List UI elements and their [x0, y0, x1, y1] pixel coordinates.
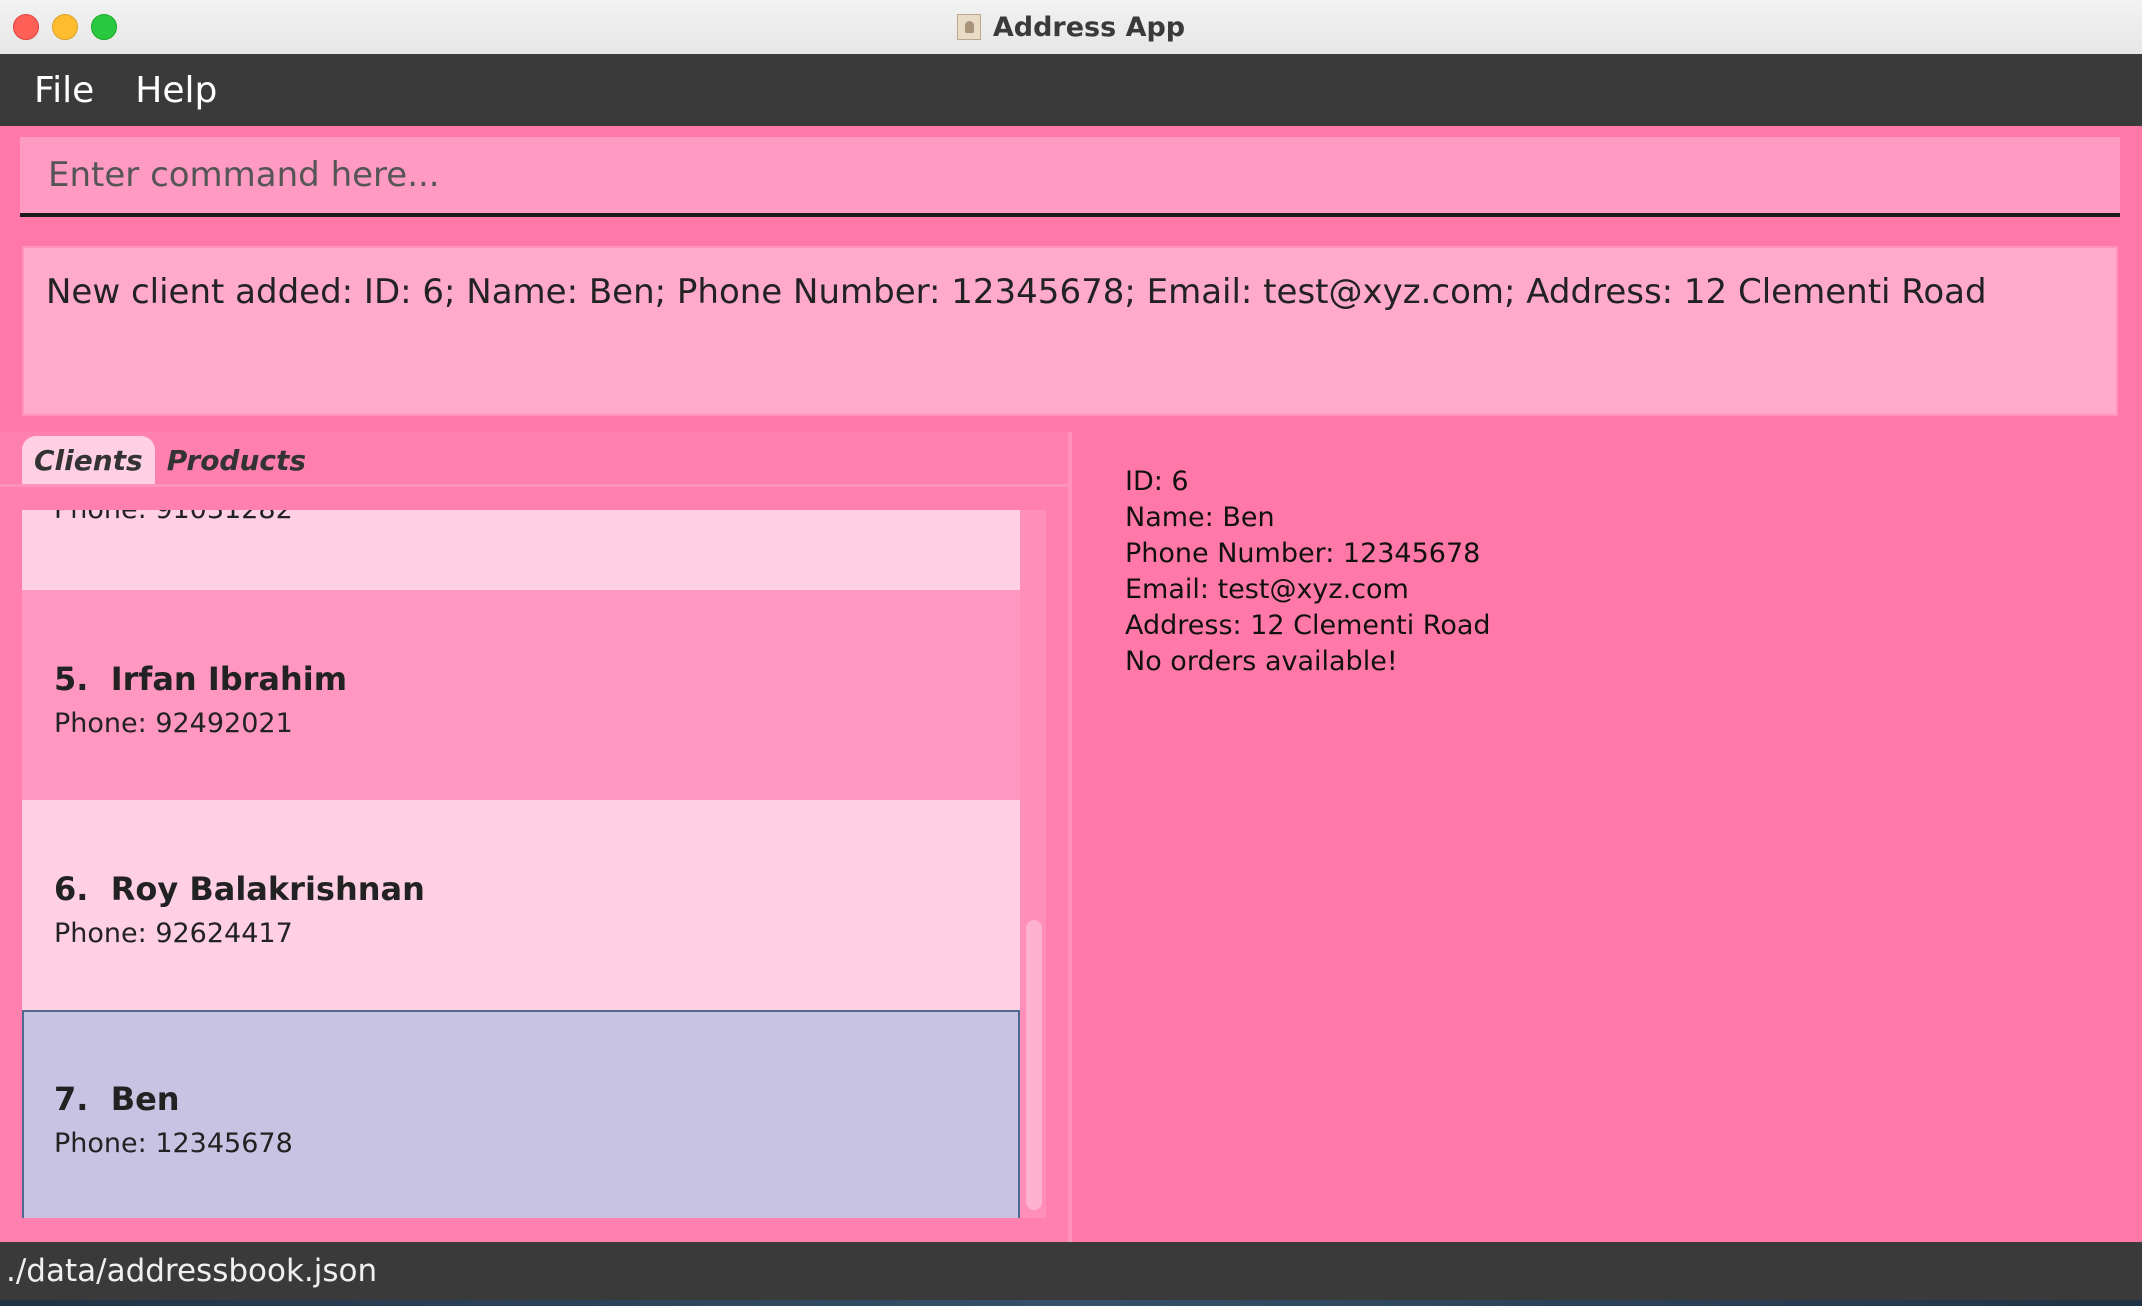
status-bar: ./data/addressbook.json — [0, 1242, 2142, 1300]
detail-email: Email: test@xyz.com — [1125, 574, 1409, 605]
window-title-group: Address App — [0, 0, 2142, 54]
list-scrollbar-thumb[interactable] — [1026, 920, 1042, 1210]
client-name-line: 7. Ben — [54, 1080, 180, 1118]
address-app-window: Address App File Help New client added: … — [0, 0, 2142, 1306]
desktop-background — [0, 1300, 2142, 1306]
command-input[interactable] — [20, 137, 2120, 217]
client-list-item[interactable]: Phone: 91031282 — [22, 510, 1020, 590]
client-name-line: 6. Roy Balakrishnan — [54, 870, 425, 908]
detail-id: ID: 6 — [1125, 466, 1189, 497]
tab-bar: Clients Products — [22, 434, 318, 484]
detail-orders: No orders available! — [1125, 646, 1398, 677]
client-phone: Phone: 91031282 — [54, 510, 293, 525]
menu-help[interactable]: Help — [135, 70, 217, 111]
client-name: Roy Balakrishnan — [110, 870, 425, 908]
client-name-line: 5. Irfan Ibrahim — [54, 660, 347, 698]
title-bar: Address App — [0, 0, 2142, 55]
client-list-item-selected[interactable]: 7. Ben Phone: 12345678 — [22, 1010, 1020, 1218]
client-phone: Phone: 92492021 — [54, 708, 293, 739]
client-list-item[interactable]: 5. Irfan Ibrahim Phone: 92492021 — [22, 590, 1020, 800]
address-book-icon — [956, 14, 981, 40]
client-name: Irfan Ibrahim — [110, 660, 348, 698]
client-phone: Phone: 92624417 — [54, 918, 293, 949]
command-box-area — [0, 126, 2142, 236]
detail-phone: Phone Number: 12345678 — [1125, 538, 1481, 569]
detail-name: Name: Ben — [1125, 502, 1275, 533]
menu-file[interactable]: File — [34, 70, 94, 111]
detail-panel: ID: 6 Name: Ben Phone Number: 12345678 E… — [1072, 432, 2142, 1242]
client-index: 6. — [54, 870, 89, 908]
detail-address: Address: 12 Clementi Road — [1125, 610, 1491, 641]
window-title: Address App — [992, 11, 1186, 43]
client-detail: ID: 6 Name: Ben Phone Number: 12345678 E… — [1125, 464, 1491, 680]
client-index: 7. — [54, 1080, 89, 1118]
status-file-path: ./data/addressbook.json — [6, 1253, 378, 1289]
list-panel: Clients Products Phone: 91031282 5. Irfa… — [0, 432, 1072, 1242]
tab-divider — [0, 484, 1068, 487]
menu-bar: File Help — [0, 54, 2142, 126]
tab-products[interactable]: Products — [155, 436, 318, 484]
client-name: Ben — [110, 1080, 180, 1118]
client-phone: Phone: 12345678 — [54, 1128, 293, 1159]
result-display: New client added: ID: 6; Name: Ben; Phon… — [22, 246, 2118, 416]
result-display-area: New client added: ID: 6; Name: Ben; Phon… — [0, 236, 2142, 432]
tab-clients[interactable]: Clients — [22, 436, 155, 484]
client-index: 5. — [54, 660, 89, 698]
client-list[interactable]: Phone: 91031282 5. Irfan Ibrahim Phone: … — [22, 510, 1022, 1218]
client-list-item[interactable]: 6. Roy Balakrishnan Phone: 92624417 — [22, 800, 1020, 1010]
